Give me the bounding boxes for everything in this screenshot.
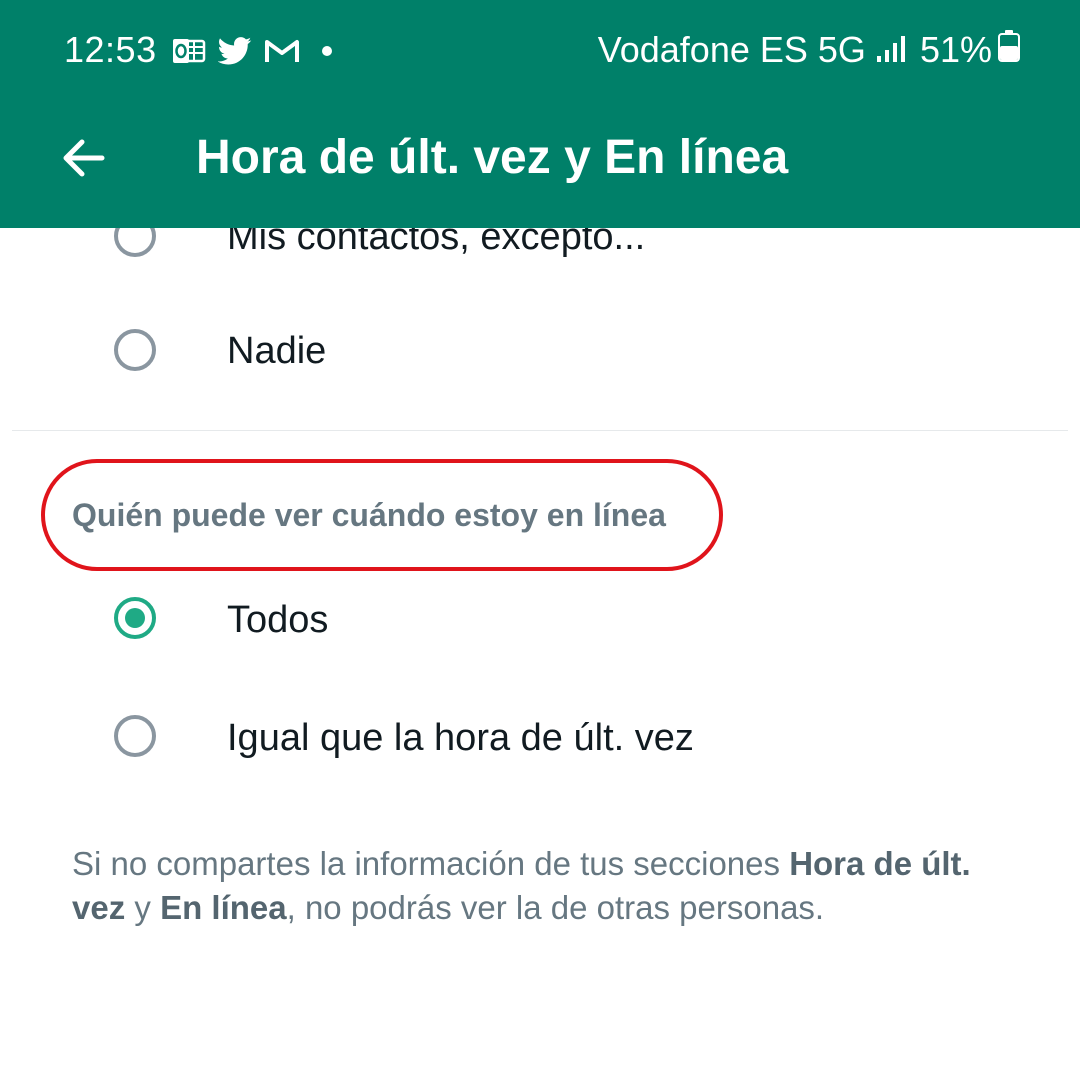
radio-selected-dot: [125, 608, 145, 628]
notification-icons: [172, 34, 332, 68]
twitter-icon: [218, 37, 252, 65]
status-right: Vodafone ES 5G 51%: [598, 28, 1020, 72]
arrow-left-icon: [63, 139, 105, 177]
battery-icon: [998, 29, 1020, 71]
privacy-footnote: Si no compartes la información de tus se…: [72, 842, 1022, 930]
status-time: 12:53: [64, 29, 157, 70]
signal-icon: [876, 29, 906, 71]
option-label: Todos: [227, 599, 329, 641]
radio-everyone[interactable]: [114, 597, 156, 639]
radio-same-as-last-seen[interactable]: [114, 715, 156, 757]
battery-percent: 51%: [919, 29, 992, 70]
footnote-text: y: [125, 889, 161, 926]
option-same-as-last-seen[interactable]: Igual que la hora de últ. vez: [0, 688, 1080, 788]
carrier-label: Vodafone ES 5G: [597, 29, 866, 70]
footnote-text: , no podrás ver la de otras personas.: [286, 889, 825, 926]
dot-icon: [322, 46, 332, 56]
option-everyone[interactable]: Todos: [0, 570, 1080, 670]
status-bar: 12:53 Vodafone ES 5G 51%: [0, 0, 1080, 100]
app-bar: 12:53 Vodafone ES 5G 51% Hora de últ. ve…: [0, 0, 1080, 228]
outlook-icon: [172, 38, 206, 64]
gmail-icon: [264, 37, 300, 65]
page-title: Hora de últ. vez y En línea: [196, 131, 789, 184]
option-nobody[interactable]: Nadie: [0, 302, 1080, 402]
back-button[interactable]: [56, 130, 112, 186]
radio-nobody[interactable]: [114, 329, 156, 371]
option-label: Igual que la hora de últ. vez: [227, 717, 694, 759]
section-header-online: Quién puede ver cuándo estoy en línea: [72, 497, 666, 533]
footnote-text: Si no compartes la información de tus se…: [72, 845, 790, 882]
section-divider: [12, 430, 1068, 431]
option-label: Nadie: [227, 330, 327, 372]
footnote-bold-online: En línea: [160, 889, 287, 926]
